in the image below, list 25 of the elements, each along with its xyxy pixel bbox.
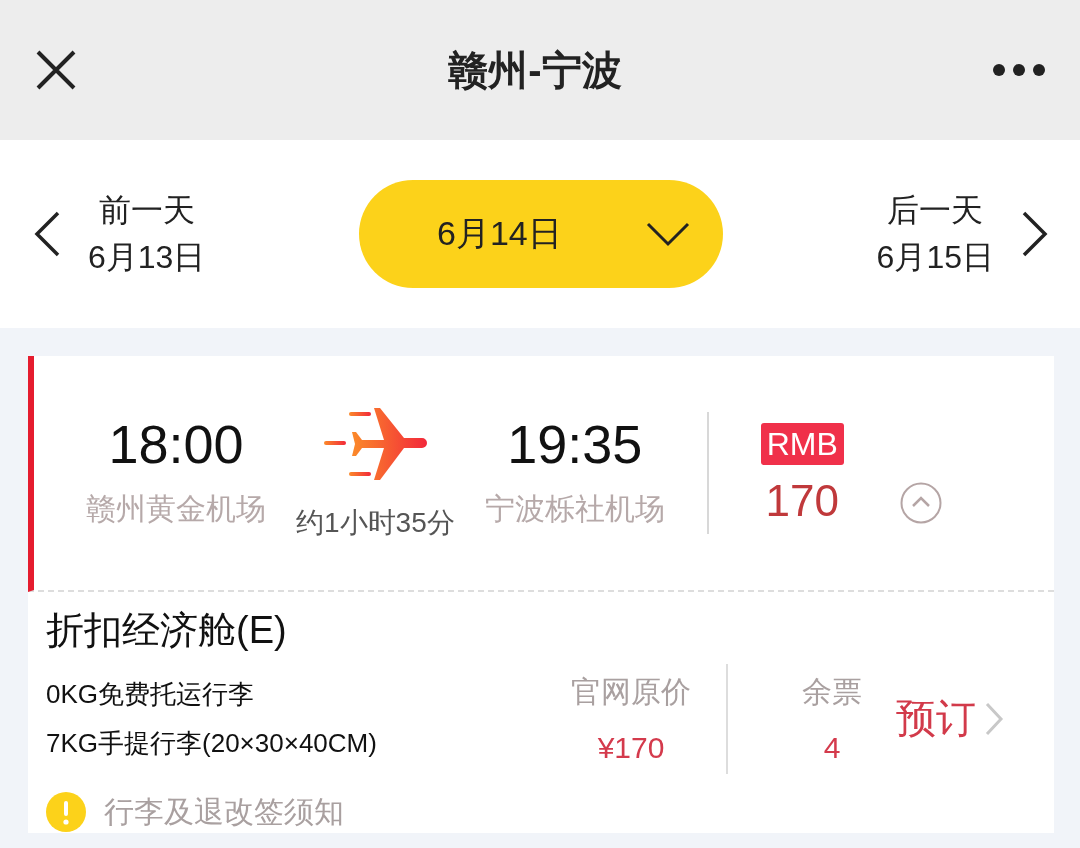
baggage-allowance: 7KG手提行李(20×30×40CM) <box>46 726 378 760</box>
currency-badge: RMB <box>760 422 844 466</box>
flight-duration: 约1小时35分 <box>296 506 455 540</box>
window-title: 赣州-宁波 <box>448 46 622 94</box>
seats-count: 4 <box>823 731 841 766</box>
arrival-airport: 宁波栎社机场 <box>484 490 665 527</box>
seats-label: 余票 <box>802 674 862 711</box>
next-date[interactable]: 6月15日 <box>876 240 994 276</box>
close-icon[interactable] <box>34 48 78 92</box>
chevron-down-icon <box>645 221 691 247</box>
more-icon[interactable] <box>992 63 1046 77</box>
departure-airport: 赣州黄金机场 <box>86 490 266 527</box>
previous-date[interactable]: 6月13日 <box>88 240 206 276</box>
baggage-allowance: 0KG免费托运行李 <box>46 677 256 711</box>
official-price: ¥170 <box>597 731 665 766</box>
next-day-link[interactable]: 后一天 <box>887 192 984 228</box>
official-price-label: 官网原价 <box>571 674 691 711</box>
cabin-class: 折扣经济舱(E) <box>46 608 288 653</box>
chevron-right-icon <box>984 700 1004 737</box>
departure-time: 18:00 <box>108 416 244 471</box>
previous-day-link[interactable]: 前一天 <box>98 192 195 228</box>
flight-price: 170 <box>765 479 839 524</box>
date-selector[interactable]: 6月14日 <box>359 180 723 288</box>
arrival-time: 19:35 <box>507 416 643 471</box>
book-button[interactable]: 预订 <box>896 691 1004 747</box>
